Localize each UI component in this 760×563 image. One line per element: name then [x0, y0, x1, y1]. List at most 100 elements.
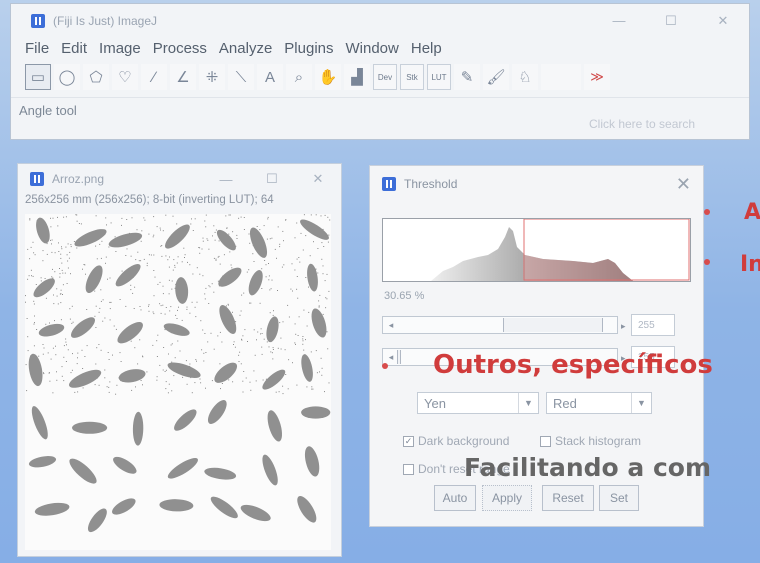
noise-speckle: [308, 286, 309, 288]
noise-speckle: [46, 253, 48, 255]
noise-speckle: [317, 272, 319, 274]
close-button[interactable]: ✕: [697, 4, 749, 37]
noise-speckle: [174, 357, 176, 359]
method-select[interactable]: Yen ▼: [417, 392, 539, 414]
dark-background-checkbox[interactable]: ✓ Dark background: [403, 434, 509, 448]
noise-speckle: [52, 392, 54, 394]
lower-threshold-slider[interactable]: ◂: [382, 316, 618, 334]
slider1-right-arrow-icon[interactable]: ▸: [621, 321, 626, 332]
noise-speckle: [221, 341, 223, 343]
noise-speckle: [271, 237, 273, 239]
image-minimize-button[interactable]: —: [203, 164, 249, 194]
noise-speckle: [56, 295, 58, 297]
lower-threshold-field[interactable]: 255: [631, 314, 675, 336]
image-canvas[interactable]: [25, 214, 331, 550]
menu-analyze[interactable]: Analyze: [219, 40, 272, 57]
point-tool-icon[interactable]: ⁜: [199, 64, 225, 90]
mode-select[interactable]: Red ▼: [546, 392, 652, 414]
polygon-tool-icon[interactable]: ⬠: [83, 64, 109, 90]
noise-speckle: [154, 276, 156, 278]
menu-image[interactable]: Image: [99, 40, 141, 57]
noise-speckle: [51, 243, 52, 245]
noise-speckle: [72, 353, 73, 355]
slider2-thumb[interactable]: [397, 350, 401, 364]
noise-speckle: [56, 371, 57, 373]
hand-tool-icon[interactable]: ✋: [315, 64, 341, 90]
brush-tool-icon[interactable]: 🖌: [483, 64, 509, 90]
noise-speckle: [174, 266, 176, 268]
menu-file[interactable]: File: [25, 40, 49, 57]
noise-speckle: [146, 265, 148, 267]
noise-speckle: [215, 229, 217, 231]
menu-plugins[interactable]: Plugins: [284, 40, 333, 57]
slider1-left-arrow-icon[interactable]: ◂: [383, 317, 399, 333]
threshold-close-icon[interactable]: ✕: [676, 174, 691, 195]
fiji-titlebar[interactable]: (Fiji Is Just) ImageJ — ☐ ✕: [11, 4, 749, 37]
noise-speckle: [173, 259, 175, 261]
apply-button[interactable]: Apply: [482, 485, 532, 511]
noise-speckle: [217, 335, 219, 337]
rice-grain: [163, 323, 190, 336]
noise-speckle: [200, 382, 202, 384]
noise-speckle: [306, 386, 308, 388]
noise-speckle: [310, 351, 312, 353]
text-tool-icon[interactable]: A: [257, 64, 283, 90]
search-field[interactable]: Click here to search: [583, 113, 741, 135]
more-tools-icon[interactable]: ≫: [584, 64, 610, 90]
noise-speckle: [57, 225, 59, 227]
wand-tool-icon[interactable]: ⟍: [228, 64, 254, 90]
rice-grain: [117, 321, 143, 344]
maximize-button[interactable]: ☐: [645, 4, 697, 37]
noise-speckle: [81, 349, 83, 351]
menu-edit[interactable]: Edit: [61, 40, 87, 57]
noise-speckle: [204, 333, 206, 334]
pencil-tool-icon[interactable]: ✎: [454, 64, 480, 90]
noise-speckle: [152, 344, 154, 346]
noise-speckle: [76, 247, 78, 249]
dev-tool-button[interactable]: Dev: [373, 64, 397, 90]
noise-speckle: [268, 279, 270, 281]
noise-speckle: [99, 243, 101, 245]
noise-speckle: [272, 349, 274, 350]
method-value: Yen: [424, 395, 446, 411]
line-tool-icon[interactable]: ∕: [141, 64, 167, 90]
color-picker-tool-icon[interactable]: ▟: [344, 64, 370, 90]
noise-speckle: [25, 301, 26, 303]
noise-speckle: [186, 306, 188, 308]
noise-speckle: [183, 247, 185, 249]
minimize-button[interactable]: —: [593, 4, 645, 37]
noise-speckle: [265, 264, 267, 266]
menu-window[interactable]: Window: [346, 40, 399, 57]
menu-help[interactable]: Help: [411, 40, 442, 57]
stack-histogram-checkbox[interactable]: Stack histogram: [540, 434, 641, 448]
rectangle-tool-icon[interactable]: ▭: [25, 64, 51, 90]
set-button[interactable]: Set: [599, 485, 639, 511]
noise-speckle: [228, 379, 230, 381]
threshold-titlebar[interactable]: Threshold: [370, 166, 703, 202]
image-close-button[interactable]: ✕: [295, 164, 341, 194]
noise-speckle: [43, 347, 45, 349]
angle-tool-icon[interactable]: ∠: [170, 64, 196, 90]
image-maximize-button[interactable]: ☐: [249, 164, 295, 194]
image-titlebar[interactable]: Arroz.png — ☐ ✕: [18, 164, 341, 194]
noise-speckle: [157, 283, 159, 285]
oval-tool-icon[interactable]: ◯: [54, 64, 80, 90]
auto-button[interactable]: Auto: [434, 485, 476, 511]
noise-speckle: [63, 380, 65, 382]
stk-tool-button[interactable]: Stk: [400, 64, 424, 90]
noise-speckle: [279, 246, 281, 248]
freehand-tool-icon[interactable]: ♡: [112, 64, 138, 90]
noise-speckle: [44, 278, 46, 279]
noise-speckle: [66, 254, 68, 256]
slider1-thumb[interactable]: [503, 318, 603, 332]
noise-speckle: [277, 226, 279, 228]
noise-speckle: [126, 248, 128, 250]
flood-fill-tool-icon[interactable]: ♘: [512, 64, 538, 90]
reset-button[interactable]: Reset: [542, 485, 594, 511]
noise-speckle: [146, 262, 148, 264]
noise-speckle: [134, 286, 136, 288]
noise-speckle: [156, 379, 158, 381]
magnifier-tool-icon[interactable]: ⌕: [286, 64, 312, 90]
menu-process[interactable]: Process: [153, 40, 207, 57]
lut-tool-button[interactable]: LUT: [427, 64, 451, 90]
